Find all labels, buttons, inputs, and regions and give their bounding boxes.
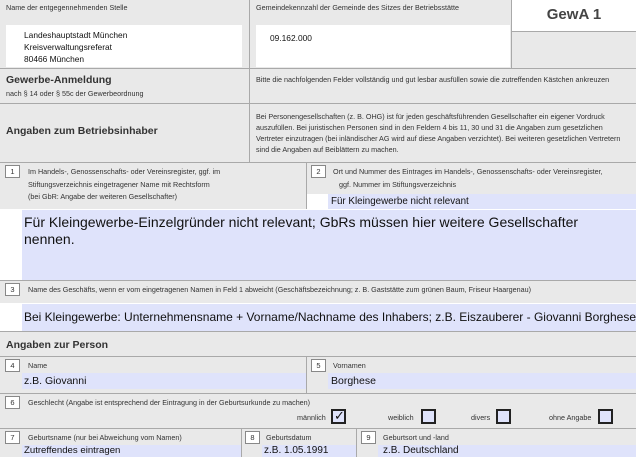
divider: [0, 103, 636, 104]
field5-number: 5: [311, 359, 326, 372]
owner-note: Bei Personengesellschaften (z. B. OHG) i…: [256, 112, 621, 154]
divider: [241, 428, 242, 457]
field3-value: Bei Kleingewerbe: Unternehmensname + Vor…: [24, 310, 636, 324]
divider: [249, 0, 250, 162]
gender-diverse-label: divers: [471, 413, 491, 422]
recipient-address: Landeshauptstadt München Kreisverwaltung…: [24, 29, 127, 65]
field8-value: z.B. 1.05.1991: [264, 445, 329, 456]
gender-male-checkbox[interactable]: ✓: [331, 408, 346, 424]
divider: [0, 356, 636, 357]
field8-number: 8: [245, 431, 260, 444]
divider: [0, 393, 636, 394]
municipality-code: 09.162.000: [270, 33, 312, 43]
field7-label: Geburtsname (nur bei Abweichung vom Name…: [28, 433, 182, 442]
field2-label-line: ggf. Nummer im Stiftungsverzeichnis: [339, 179, 457, 189]
field2-value: Für Kleingewerbe nicht relevant: [331, 196, 469, 207]
intro-instruction: Bitte die nachfolgenden Felder vollständ…: [256, 75, 610, 84]
field1-value-line: Für Kleingewerbe-Einzelgründer nicht rel…: [24, 214, 579, 230]
divider: [0, 331, 636, 332]
person-title: Angaben zur Person: [6, 339, 109, 351]
recipient-line: Landeshauptstadt München: [24, 30, 128, 40]
field1-value: Für Kleingewerbe-Einzelgründer nicht rel…: [24, 214, 578, 248]
field1-label: Im Handels-, Genossenschafts- oder Verei…: [28, 166, 220, 204]
field1-label-line: (bei GbR: Angabe der weiteren Gesellscha…: [28, 192, 178, 201]
divider: [0, 68, 636, 69]
field8-label: Geburtsdatum: [266, 433, 312, 442]
form-code: GewA 1: [546, 6, 602, 23]
intro-subtitle: nach § 14 oder § 55c der Gewerbeordnung: [6, 89, 144, 98]
recipient-line: Kreisverwaltungsreferat: [24, 42, 112, 52]
recipient-label: Name der entgegennehmenden Stelle: [6, 3, 128, 12]
field2-number: 2: [311, 165, 326, 178]
field5-label: Vornamen: [333, 361, 366, 370]
gender-diverse-checkbox[interactable]: [496, 409, 511, 424]
divider: [356, 428, 357, 457]
divider: [0, 280, 636, 281]
gender-female-label: weiblich: [388, 413, 414, 422]
municipality-label: Gemeindekennzahl der Gemeinde des Sitzes…: [256, 3, 459, 12]
field7-value: Zutreffendes eintragen: [24, 445, 121, 456]
municipality-box: [256, 25, 510, 67]
field2-label: Ort und Nummer des Eintrages im Handels-…: [333, 166, 603, 191]
gender-none-checkbox[interactable]: [598, 409, 613, 424]
gender-female-checkbox[interactable]: [421, 409, 436, 424]
field1-label-line: Im Handels-, Genossenschafts- oder Verei…: [28, 167, 221, 176]
field1-number: 1: [5, 165, 20, 178]
check-mark-icon: ✓: [334, 408, 345, 423]
gender-none-label: ohne Angabe: [549, 413, 592, 422]
field4-label: Name: [28, 361, 48, 370]
field4-value: z.B. Giovanni: [24, 375, 87, 387]
field2-label-line: Ort und Nummer des Eintrages im Handels-…: [333, 167, 603, 176]
field6-number: 6: [5, 396, 20, 409]
divider: [306, 162, 307, 209]
field9-value: z.B. Deutschland: [383, 445, 459, 456]
divider: [0, 428, 636, 429]
field1-label-line: Stiftungsverzeichnis eingetragener Name …: [28, 179, 210, 189]
divider: [306, 356, 307, 393]
divider: [0, 162, 636, 163]
field5-value: Borghese: [331, 375, 376, 387]
field6-label: Geschlecht (Angabe ist entsprechend der …: [28, 398, 311, 407]
intro-title: Gewerbe-Anmeldung: [6, 74, 112, 86]
recipient-line: 80466 München: [24, 54, 85, 64]
gender-male-label: männlich: [297, 413, 326, 422]
field4-number: 4: [5, 359, 20, 372]
owner-title: Angaben zum Betriebsinhaber: [6, 125, 158, 137]
field1-value-line: nennen.: [24, 231, 75, 247]
field3-number: 3: [5, 283, 20, 296]
field9-label: Geburtsort und -land: [383, 433, 449, 442]
divider: [511, 0, 512, 68]
field9-number: 9: [361, 431, 376, 444]
field3-label: Name des Geschäfts, wenn er vom eingetra…: [28, 285, 531, 294]
field7-number: 7: [5, 431, 20, 444]
